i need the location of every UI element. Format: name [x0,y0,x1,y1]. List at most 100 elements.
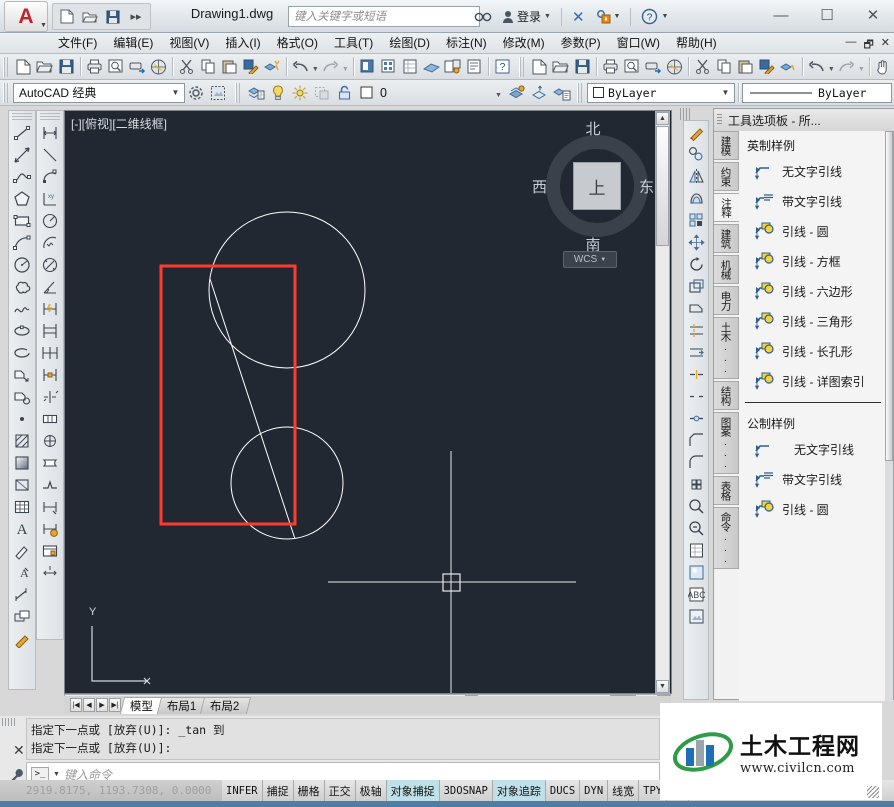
previous-layout-button[interactable]: ◀ [83,698,95,712]
tool-palettes-icon[interactable] [442,56,463,78]
cut-icon[interactable] [176,56,197,78]
center-mark-icon[interactable] [38,430,62,452]
app-menu-chevron-icon[interactable]: ▼ [40,22,47,29]
sign-in-button[interactable]: 登录 ▼ [498,6,555,27]
add-selected-icon[interactable] [10,540,34,562]
palette-tab-electrical[interactable]: 电力 [714,286,739,315]
blocks-panel-icon[interactable] [684,561,708,583]
palette-tab-architectural[interactable]: 建筑 [714,224,739,253]
print-preview-icon[interactable] [105,56,126,78]
canvas-vertical-scrollbar[interactable]: ▲ ▼ [655,111,670,694]
redo-chevron-icon-2[interactable]: ▼ [857,56,866,78]
properties-panel-icon[interactable] [684,539,708,561]
insert-block-icon[interactable] [357,56,378,78]
match-properties-icon-2[interactable] [756,56,777,78]
command-close-icon[interactable]: ✕ [13,742,25,759]
resize-grip-icon[interactable] [867,786,879,798]
status-toggle-infer[interactable]: INFER [222,780,263,801]
workspace-settings-icon[interactable] [185,82,207,104]
zoom-previous-icon[interactable] [684,517,708,539]
toolbar-grip[interactable] [577,82,584,103]
copy-object-icon[interactable] [684,143,708,165]
preview-icon-2[interactable] [621,56,642,78]
text-panel-icon[interactable]: ABC [684,583,708,605]
palette-tab-civil[interactable]: 土木... [714,317,739,379]
new-icon-2[interactable] [529,56,550,78]
open-icon[interactable] [34,56,55,78]
ellipse-icon[interactable] [10,320,34,342]
copy-icon[interactable] [197,56,218,78]
doc-minimize-button[interactable]: — [845,36,856,55]
status-toggle-otrack[interactable]: 对象追踪 [492,780,546,801]
palette-title-grip[interactable] [717,114,722,126]
palette-tab-hatches[interactable]: 图案... [714,412,739,474]
palette-item-metric-leader-text[interactable]: 带文字引线 [739,464,887,494]
status-toggle-3dosnap[interactable]: 3DOSNAP [440,780,493,801]
revision-cloud-icon[interactable] [10,276,34,298]
tolerance-icon[interactable] [38,408,62,430]
modify-paint-icon[interactable] [684,121,708,143]
layer-color-swatch[interactable] [355,82,377,104]
mirror-icon[interactable] [684,165,708,187]
save-document-icon[interactable] [103,7,123,27]
palette-tab-modeling[interactable]: 建模 [714,131,739,160]
wcs-chevron-icon[interactable]: ▼ [600,257,606,263]
menu-file[interactable]: 文件(F) [50,33,105,53]
render-panel-icon[interactable] [684,605,708,627]
match-layer-icon-2[interactable] [777,56,798,78]
menu-window[interactable]: 窗口(W) [609,33,668,53]
palette-grip[interactable] [680,108,692,120]
polyline-icon[interactable] [10,166,34,188]
multiline-text-icon[interactable]: A [10,518,34,540]
publish-icon-2[interactable] [642,56,663,78]
layer-freeze-icon[interactable] [289,82,311,104]
open-document-icon[interactable] [80,7,100,27]
palette-tab-mechanical[interactable]: 机械 [714,255,739,284]
zoom-window-icon[interactable] [684,495,708,517]
toolbar-grip[interactable] [40,113,60,120]
layer-make-current-icon[interactable] [529,82,551,104]
quick-dimension-icon[interactable] [38,298,62,320]
toolbar-grip[interactable] [12,113,32,120]
baseline-dimension-icon[interactable] [38,320,62,342]
menu-draw[interactable]: 绘图(D) [381,33,438,53]
coordinate-display[interactable]: 2919.8175, 1193.7308, 0.0000 [0,780,222,801]
palette-item-metric-leader-plain[interactable]: 无文字引线 [739,434,887,464]
chevron-down-icon[interactable]: ▼ [719,88,732,97]
hatch-icon[interactable] [10,430,34,452]
toolbar-grip[interactable] [518,56,526,77]
status-toggle-ducs[interactable]: DUCS [546,780,581,801]
aligned-dimension-icon[interactable] [38,144,62,166]
dimension-style-icon[interactable] [38,496,62,518]
undo-icon-2[interactable] [806,56,827,78]
open-icon-2[interactable] [550,56,571,78]
pan-icon[interactable] [873,56,894,78]
rectangle-icon[interactable] [10,210,34,232]
workspace-display-icon[interactable] [207,82,229,104]
linear-dimension-icon[interactable] [38,122,62,144]
status-toggle-polar[interactable]: 极轴 [356,780,387,801]
3d-publish-icon[interactable] [148,56,169,78]
menu-modify[interactable]: 修改(M) [495,33,553,53]
palette-item-leader-plain[interactable]: 无文字引线 [739,156,887,186]
palette-tab-constraints[interactable]: 约束 [714,162,739,191]
workspace-select[interactable]: AutoCAD 经典 ▼ [13,82,185,103]
continue-dimension-icon[interactable] [38,342,62,364]
save-icon[interactable] [55,56,76,78]
offset-icon[interactable] [684,187,708,209]
new-document-icon[interactable] [57,7,77,27]
layer-states-icon[interactable] [551,82,573,104]
view-cube-west[interactable]: 西 [532,176,547,197]
layer-previous-icon[interactable] [507,82,529,104]
doc-restore-button[interactable]: 🗗 [863,36,873,55]
measure-icon[interactable] [10,584,34,606]
chevron-down-icon[interactable]: ▼ [169,88,182,97]
palette-item-leader-hexagon[interactable]: 引线 - 六边形 [739,276,887,306]
paint-tool-icon[interactable] [10,628,34,650]
scroll-down-arrow-icon[interactable]: ▼ [656,680,669,693]
wcs-selector[interactable]: WCS ▼ [563,251,617,268]
minimize-button[interactable]: — [764,2,798,28]
help-toolbar-icon[interactable]: ? [492,56,513,78]
3d-publish-icon-2[interactable] [664,56,685,78]
palette-item-leader-detail[interactable]: 引线 - 详图索引 [739,366,887,396]
